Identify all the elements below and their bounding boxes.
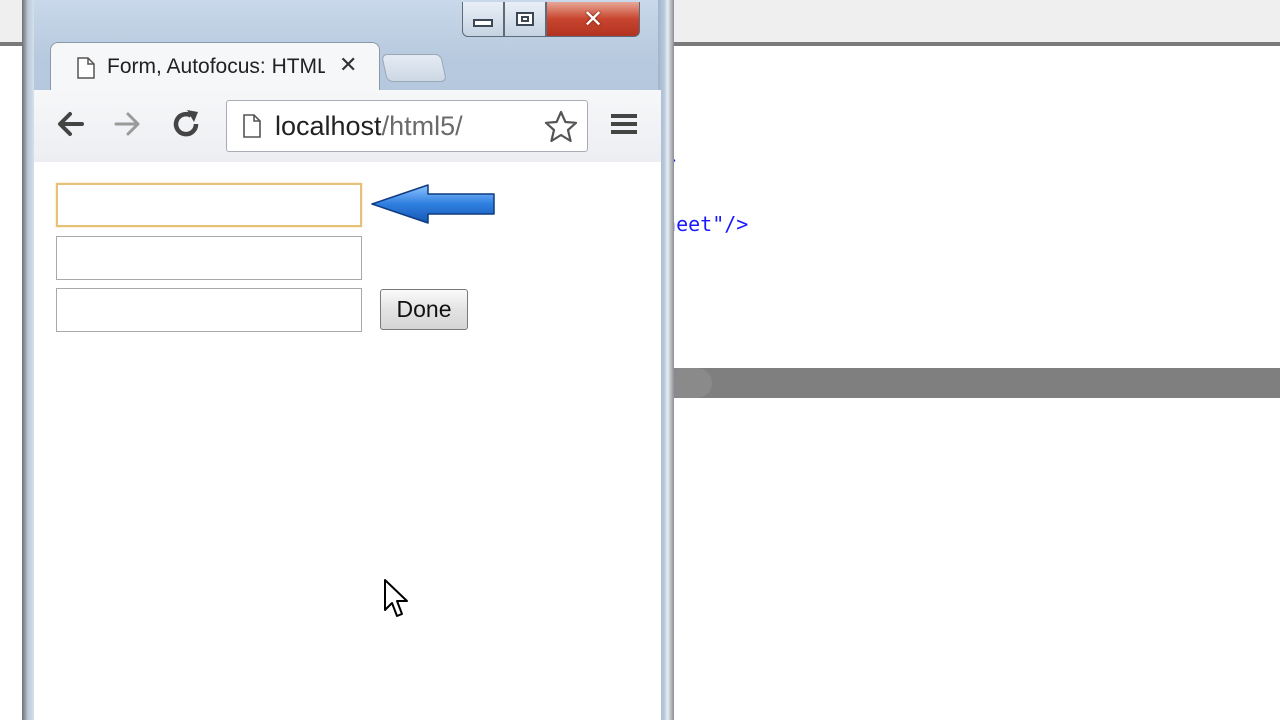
bookmark-star-icon[interactable]	[543, 109, 579, 145]
browser-tab-active[interactable]: Form, Autofocus: HTML5 ✕	[50, 42, 380, 92]
back-arrow-icon	[58, 112, 84, 136]
new-tab-button[interactable]	[381, 54, 447, 82]
text-input[interactable]	[56, 288, 362, 332]
document-icon	[77, 57, 95, 79]
back-button[interactable]	[50, 104, 90, 144]
maximize-button[interactable]	[504, 2, 546, 37]
hamburger-menu-icon	[611, 114, 637, 134]
close-window-button[interactable]: ✕	[546, 2, 640, 37]
text-input[interactable]	[56, 236, 362, 280]
page-icon	[243, 114, 261, 138]
pane-splitter[interactable]	[662, 368, 1280, 398]
window-frame-left	[22, 0, 34, 720]
address-bar[interactable]: localhost/html5/	[226, 100, 588, 152]
reload-button[interactable]	[166, 104, 206, 144]
url-path: /html5/	[381, 111, 463, 141]
forward-arrow-icon	[114, 112, 140, 136]
url-host: localhost	[275, 111, 382, 141]
restore-icon	[516, 12, 534, 26]
url-text[interactable]: localhost/html5/	[275, 111, 463, 142]
window-caption-buttons: ✕	[462, 2, 640, 40]
close-icon: ✕	[582, 5, 604, 33]
done-button[interactable]: Done	[380, 289, 468, 330]
reload-icon	[173, 110, 199, 137]
chrome-menu-button[interactable]	[604, 104, 644, 144]
mouse-cursor-icon	[384, 579, 408, 617]
tab-close-icon[interactable]: ✕	[339, 53, 357, 78]
minimize-button[interactable]	[462, 2, 504, 37]
annotation-arrow-icon	[371, 184, 495, 224]
minimize-icon	[473, 19, 493, 27]
text-input-autofocus[interactable]	[56, 183, 362, 227]
forward-button[interactable]	[108, 104, 148, 144]
tab-title: Form, Autofocus: HTML5	[107, 55, 325, 78]
